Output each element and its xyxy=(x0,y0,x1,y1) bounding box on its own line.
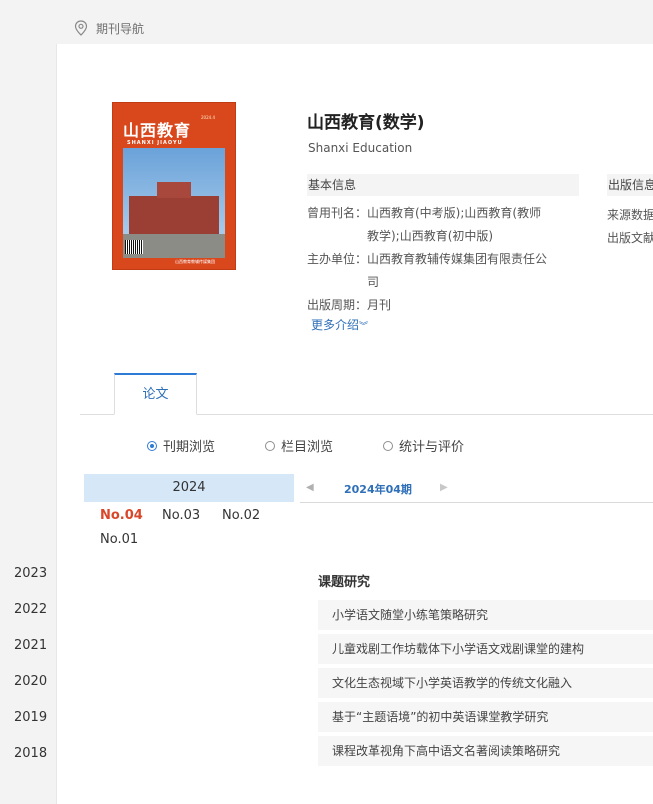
issue-link-active[interactable]: No.04 xyxy=(100,508,143,523)
radio-column-browse[interactable]: 栏目浏览 xyxy=(265,436,333,455)
radio-issue-browse-label: 刊期浏览 xyxy=(163,440,216,455)
article-link[interactable]: 文化生态视域下小学英语教学的传统文化融入 xyxy=(318,668,653,698)
issue-link[interactable]: No.01 xyxy=(100,532,138,547)
article-link[interactable]: 小学语文随堂小练笔策略研究 xyxy=(318,600,653,630)
basic-info-heading: 基本信息 xyxy=(307,174,579,196)
radio-stats-evaluation-label: 统计与评价 xyxy=(399,440,465,455)
period-row: 出版周期： 月刊 xyxy=(307,294,552,317)
cover-barcode xyxy=(125,240,143,254)
cover-logo-sub: SHANXI JIAOYU xyxy=(127,140,183,146)
year-sidebar: 2024 No.04 No.03 No.02 No.01 xyxy=(84,474,294,556)
issue-list: No.04 No.03 No.02 No.01 xyxy=(84,502,294,556)
breadcrumb-text[interactable]: 期刊导航 xyxy=(96,20,144,37)
cover-building xyxy=(129,182,219,234)
cover-issue-text: 2024.4 xyxy=(201,115,215,120)
cover-publisher: 山西教育教辅传媒集团 xyxy=(175,259,215,264)
publish-docs-row: 出版文献 xyxy=(607,231,653,245)
sponsor-row: 主办单位： 山西教育教辅传媒集团有限责任公司 xyxy=(307,248,552,294)
radio-column-browse-label: 栏目浏览 xyxy=(281,440,334,455)
period-label: 出版周期： xyxy=(307,298,368,312)
radio-unselected-icon xyxy=(265,440,275,451)
former-name-row: 曾用刊名： 山西教育(中考版);山西教育(教师教学);山西教育(初中版) xyxy=(307,202,552,248)
issue-link[interactable]: No.02 xyxy=(222,508,260,523)
period-value: 月刊 xyxy=(367,298,392,312)
tab-papers[interactable]: 论文 xyxy=(114,373,197,415)
double-chevron-down-icon: ︾ xyxy=(359,322,369,332)
article-link[interactable]: 儿童戏剧工作坊载体下小学语文戏剧课堂的建构 xyxy=(318,634,653,664)
former-name-value: 山西教育(中考版);山西教育(教师教学);山西教育(初中版) xyxy=(367,206,542,243)
cover-logo: 山西教育 xyxy=(123,121,192,140)
year-link[interactable]: 2021 xyxy=(14,638,47,653)
year-link[interactable]: 2020 xyxy=(14,674,47,689)
year-link[interactable]: 2023 xyxy=(14,566,47,581)
source-data-row: 来源数据 xyxy=(607,208,653,222)
publish-info-heading: 出版信息 xyxy=(607,174,653,196)
sponsor-value: 山西教育教辅传媒集团有限责任公司 xyxy=(367,252,548,289)
year-current[interactable]: 2024 xyxy=(84,474,294,502)
journal-title: 山西教育(数学) xyxy=(307,113,425,133)
journal-subtitle: Shanxi Education xyxy=(308,141,413,155)
issue-link[interactable]: No.03 xyxy=(162,508,200,523)
breadcrumb: 期刊导航 xyxy=(74,17,144,39)
former-name-label: 曾用刊名： xyxy=(307,206,368,220)
more-intro-link[interactable]: 更多介绍︾ xyxy=(311,316,368,333)
radio-issue-browse[interactable]: 刊期浏览 xyxy=(147,436,215,455)
year-link[interactable]: 2018 xyxy=(14,746,47,761)
radio-selected-icon xyxy=(147,440,157,451)
radio-unselected-icon xyxy=(383,440,393,451)
location-pin-icon xyxy=(74,20,88,36)
article-link[interactable]: 课程改革视角下高中语文名著阅读策略研究 xyxy=(318,736,653,766)
year-link[interactable]: 2019 xyxy=(14,710,47,725)
article-link[interactable]: 基于“主题语境”的初中英语课堂教学研究 xyxy=(318,702,653,732)
current-issue-label: 2024年04期 xyxy=(344,481,412,505)
more-intro-label: 更多介绍 xyxy=(311,318,360,332)
radio-stats-evaluation[interactable]: 统计与评价 xyxy=(383,436,464,455)
triangle-left-icon[interactable]: ◀ xyxy=(306,482,314,493)
year-link[interactable]: 2022 xyxy=(14,602,47,617)
issue-nav-bar: ◀ 2024年04期 ▶ xyxy=(300,476,653,505)
column-title: 课题研究 xyxy=(318,575,371,590)
journal-cover-image: 山西教育 SHANXI JIAOYU 2024.4 山西教育教辅传媒集团 xyxy=(113,103,235,269)
sponsor-label: 主办单位： xyxy=(307,252,368,266)
triangle-right-icon[interactable]: ▶ xyxy=(440,482,448,493)
